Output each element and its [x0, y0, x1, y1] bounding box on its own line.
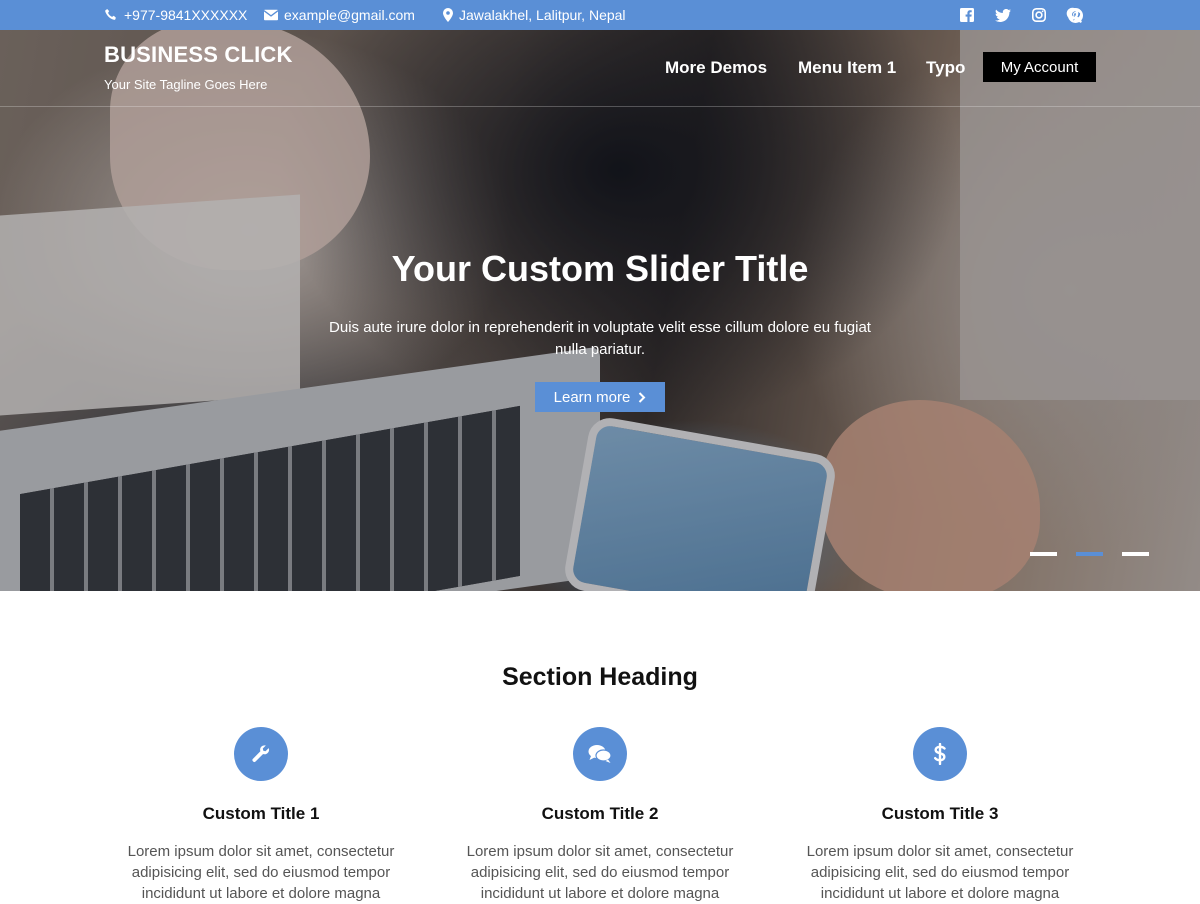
- my-account-button[interactable]: My Account: [983, 52, 1096, 82]
- instagram-icon[interactable]: [1031, 7, 1047, 23]
- feature-title: Custom Title 2: [541, 804, 659, 823]
- slider-pagination: [1030, 552, 1149, 556]
- hero-slider: BUSINESS CLICK Your Site Tagline Goes He…: [0, 30, 1200, 591]
- feature-card: Custom Title 3 Lorem ipsum dolor sit ame…: [795, 727, 1085, 904]
- nav-item-typo[interactable]: Typo: [926, 58, 965, 78]
- email-contact[interactable]: example@gmail.com: [264, 0, 415, 30]
- chevron-right-icon: [639, 391, 646, 403]
- slider-dot-active[interactable]: [1076, 552, 1103, 556]
- learn-more-button[interactable]: Learn more: [535, 382, 665, 412]
- email-address: example@gmail.com: [284, 7, 415, 23]
- main-navigation: More Demos Menu Item 1 Typo My Account: [0, 52, 1200, 84]
- feature-text: Lorem ipsum dolor sit amet, consectetur …: [127, 843, 395, 902]
- slider-description: Duis aute irure dolor in reprehenderit i…: [329, 319, 871, 358]
- chat-bubbles-icon: [573, 727, 627, 781]
- feature-card: Custom Title 2 Lorem ipsum dolor sit ame…: [455, 727, 745, 904]
- top-bar: +977-9841XXXXXX example@gmail.com Jawala…: [0, 0, 1200, 30]
- twitter-icon[interactable]: [995, 7, 1011, 23]
- feature-card: Custom Title 1 Lorem ipsum dolor sit ame…: [116, 727, 406, 904]
- facebook-icon[interactable]: [959, 7, 975, 23]
- phone-contact[interactable]: +977-9841XXXXXX: [104, 0, 247, 30]
- slider-dot[interactable]: [1030, 552, 1057, 556]
- map-marker-icon: [443, 8, 453, 22]
- header-divider: [0, 106, 1200, 107]
- address-text: Jawalakhel, Lalitpur, Nepal: [459, 7, 626, 23]
- nav-item-menu-item-1[interactable]: Menu Item 1: [798, 58, 896, 78]
- feature-title: Custom Title 1: [202, 804, 320, 823]
- hero-overlay: [0, 30, 1200, 591]
- slider-dot[interactable]: [1122, 552, 1149, 556]
- address-contact: Jawalakhel, Lalitpur, Nepal: [443, 0, 626, 30]
- nav-item-more-demos[interactable]: More Demos: [665, 58, 767, 78]
- dollar-icon: [913, 727, 967, 781]
- learn-more-label: Learn more: [553, 388, 631, 406]
- search-icon[interactable]: [1066, 7, 1082, 23]
- social-links: [959, 0, 1083, 30]
- section-heading: Section Heading: [502, 663, 698, 691]
- envelope-icon: [264, 9, 278, 21]
- feature-title: Custom Title 3: [881, 804, 999, 823]
- phone-number: +977-9841XXXXXX: [124, 7, 248, 23]
- phone-icon: [105, 9, 116, 20]
- feature-text: Lorem ipsum dolor sit amet, consectetur …: [806, 843, 1074, 902]
- slider-title: Your Custom Slider Title: [391, 248, 809, 289]
- feature-text: Lorem ipsum dolor sit amet, consectetur …: [466, 843, 734, 902]
- wrench-icon: [234, 727, 288, 781]
